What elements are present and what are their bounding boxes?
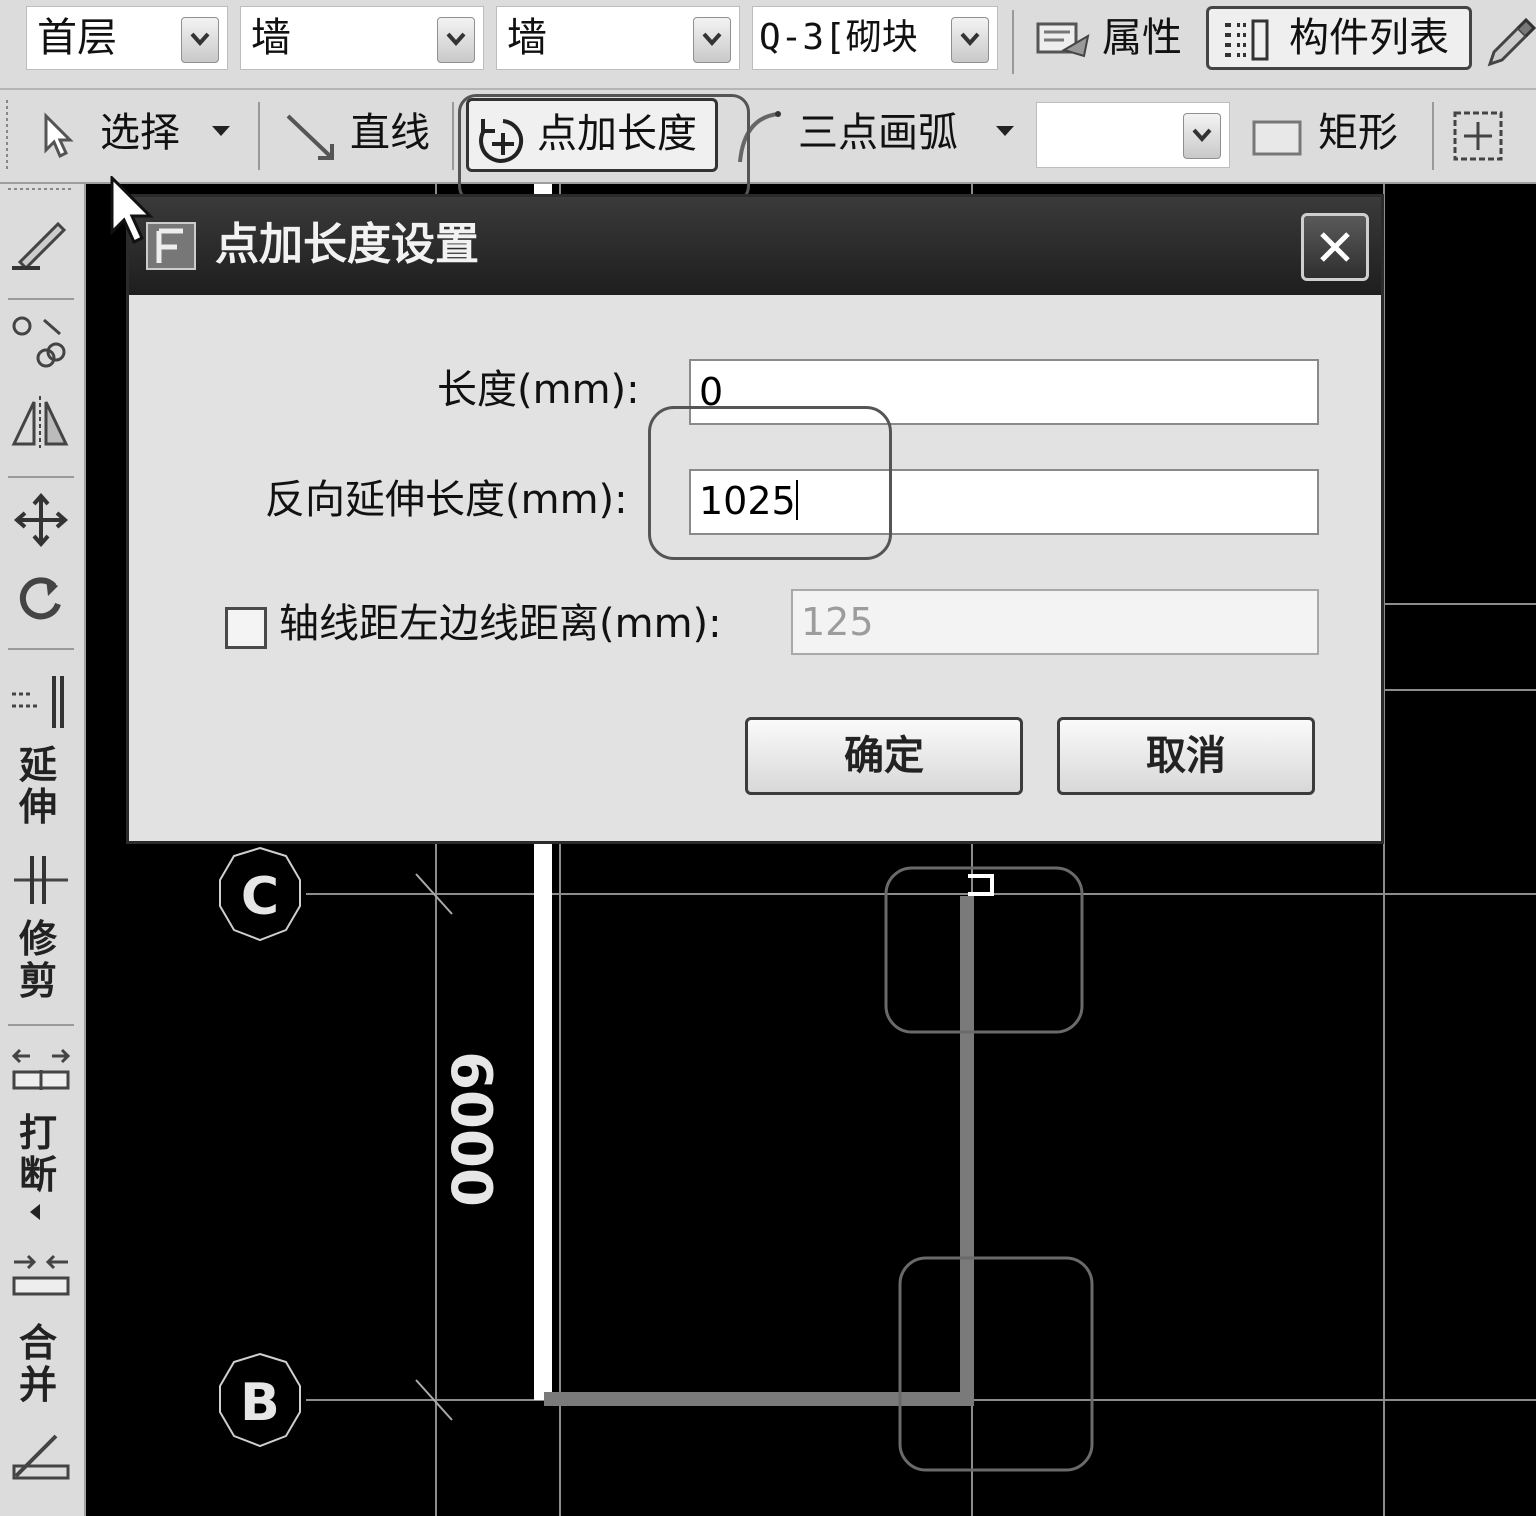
toolbar-separator xyxy=(8,476,74,478)
select-arrow-icon xyxy=(40,112,74,162)
properties-button[interactable]: 属性 xyxy=(1030,6,1200,70)
axis-offset-checkbox[interactable] xyxy=(225,607,267,649)
toolbar-separator xyxy=(1432,102,1434,170)
toolbar-row-1: 首层 墙 墙 Q-3[砌块 属性 构件列表 xyxy=(0,0,1536,90)
type-select-value: 墙 xyxy=(251,15,291,61)
dimension-label: 6000 xyxy=(438,1051,503,1207)
cancel-button[interactable]: 取消 xyxy=(1057,717,1315,795)
highlight-box xyxy=(648,406,892,560)
length-label: 长度(mm): xyxy=(437,367,640,413)
arc-dropdown-arrow[interactable] xyxy=(996,126,1014,136)
highlight-box xyxy=(458,94,750,204)
line-icon xyxy=(284,112,338,168)
chevron-down-icon[interactable] xyxy=(437,17,475,63)
arc-button[interactable]: 三点画弧 xyxy=(798,110,958,156)
properties-icon xyxy=(1034,16,1092,64)
move-icon[interactable] xyxy=(10,492,72,552)
mirror-icon[interactable] xyxy=(10,394,72,454)
trim-button[interactable]: 修剪 xyxy=(16,918,60,1002)
component-list-label: 构件列表 xyxy=(1289,15,1449,61)
extend-button[interactable]: 延伸 xyxy=(16,744,60,828)
merge-button[interactable]: 合并 xyxy=(16,1322,60,1406)
chevron-down-icon[interactable] xyxy=(951,17,989,63)
list-icon xyxy=(1221,17,1271,67)
toolbar-separator xyxy=(258,102,260,170)
dialog-titlebar[interactable]: 点加长度设置 xyxy=(129,197,1381,295)
wall-grey-vertical xyxy=(960,896,974,1402)
axis-label-c: C xyxy=(241,867,279,927)
component-select-value: Q-3[砌块 xyxy=(759,17,918,58)
merge-icon[interactable] xyxy=(10,1254,72,1304)
component-list-button[interactable]: 构件列表 xyxy=(1206,6,1472,70)
subtype-select[interactable]: 墙 xyxy=(496,6,740,70)
select-dropdown-arrow[interactable] xyxy=(212,126,230,136)
properties-label: 属性 xyxy=(1102,15,1182,61)
subtype-select-value: 墙 xyxy=(507,15,547,61)
mouse-cursor-icon xyxy=(108,174,154,252)
rotate-icon[interactable] xyxy=(10,574,72,628)
extend-icon[interactable] xyxy=(10,674,72,734)
arc-mode-select[interactable] xyxy=(1036,102,1230,168)
component-select[interactable]: Q-3[砌块 xyxy=(752,6,998,70)
toolbar-separator xyxy=(452,102,454,170)
smart-layout-icon[interactable] xyxy=(1452,110,1504,166)
rectangle-button[interactable]: 矩形 xyxy=(1318,110,1398,156)
left-toolbar: 延伸 修剪 打断 合并 xyxy=(0,184,86,1516)
wall-grey-bottom xyxy=(544,1392,974,1406)
trim-icon[interactable] xyxy=(10,852,72,912)
rectangle-icon xyxy=(1252,120,1302,160)
select-button[interactable]: 选择 xyxy=(100,110,180,156)
highlight-box xyxy=(898,1256,1094,1472)
break-button[interactable]: 打断 xyxy=(16,1112,60,1196)
break-icon[interactable] xyxy=(10,1048,72,1098)
axis-offset-input[interactable] xyxy=(791,589,1319,655)
toolbar-row-2: 选择 直线 点加长度 三点画弧 矩形 xyxy=(0,90,1536,184)
reverse-extend-label: 反向延伸长度(mm): xyxy=(265,477,628,523)
chevron-down-icon[interactable] xyxy=(1183,113,1221,159)
toolbar-separator xyxy=(8,648,74,650)
axis-offset-label: 轴线距左边线距离(mm): xyxy=(279,601,722,647)
dialog-title: 点加长度设置 xyxy=(215,219,479,270)
close-icon xyxy=(1320,232,1350,262)
eyedropper-icon[interactable] xyxy=(1484,16,1536,74)
close-button[interactable] xyxy=(1301,213,1369,281)
toolbar-separator xyxy=(8,298,74,300)
type-select[interactable]: 墙 xyxy=(240,6,484,70)
ok-button[interactable]: 确定 xyxy=(745,717,1023,795)
toolbar-separator xyxy=(8,1024,74,1026)
break-dropdown-arrow[interactable] xyxy=(30,1204,40,1220)
floor-select-value: 首层 xyxy=(37,15,117,61)
toolbar-separator xyxy=(1012,10,1014,74)
align-icon[interactable] xyxy=(10,1430,72,1488)
brush-icon[interactable] xyxy=(10,212,72,276)
toolbar-grip xyxy=(6,100,8,172)
offset-icon[interactable] xyxy=(10,312,72,378)
toolbar-grip xyxy=(8,188,74,190)
chevron-down-icon[interactable] xyxy=(181,17,219,63)
line-button[interactable]: 直线 xyxy=(350,110,430,156)
axis-label-b: B xyxy=(240,1373,280,1433)
chevron-down-icon[interactable] xyxy=(693,17,731,63)
floor-select[interactable]: 首层 xyxy=(26,6,228,70)
